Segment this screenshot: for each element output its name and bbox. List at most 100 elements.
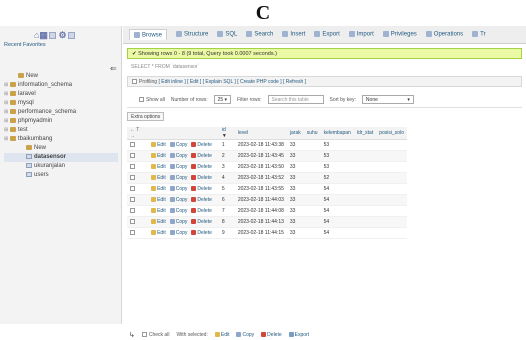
bulk-edit-button[interactable]: Edit	[214, 332, 229, 338]
column-header[interactable]: id ▼	[218, 127, 235, 140]
tab-import[interactable]: Import	[348, 31, 374, 38]
row-delete-button[interactable]: Delete	[191, 142, 212, 148]
tab-structure[interactable]: Structure	[176, 31, 208, 38]
row-edit-button[interactable]: Edit	[151, 208, 166, 214]
time-cell: 2023-02-18 11:44:03	[234, 194, 287, 206]
column-header[interactable]: posisi_solo	[376, 127, 407, 140]
tree-item[interactable]: ⊞ phpmyadmin	[4, 117, 118, 126]
tree-item[interactable]: ⊞ information_schema	[4, 81, 118, 90]
check-all-control[interactable]: Check all	[141, 332, 169, 338]
sort-label: Sort by key:	[329, 96, 356, 103]
row-copy-button[interactable]: Copy	[169, 175, 188, 181]
row-copy-button[interactable]: Copy	[169, 197, 187, 203]
row-edit-button[interactable]: Edit	[151, 186, 166, 192]
show-all-checkbox[interactable]	[139, 96, 144, 102]
filter-input[interactable]: Search this table	[267, 95, 324, 104]
bulk-export-button[interactable]: Export	[288, 332, 309, 338]
row-edit-button[interactable]: Edit	[151, 175, 166, 181]
row-edit-button[interactable]: Edit	[151, 142, 166, 148]
tab-icon	[217, 31, 224, 38]
row-delete-button[interactable]: Delete	[191, 197, 212, 203]
tab-export[interactable]: Export	[314, 31, 340, 38]
show-all-control[interactable]: Show all	[139, 97, 165, 103]
tree-item-label: laravel	[18, 91, 36, 97]
bulk-actions-bar: ↳ Check all With selected: Edit Copy Del…	[127, 330, 522, 340]
row-checkbox[interactable]	[130, 175, 135, 181]
column-header[interactable]: jarak	[286, 127, 304, 140]
column-header[interactable]: kelembapan	[320, 127, 354, 140]
profiling-checkbox[interactable]	[132, 79, 137, 85]
sql-query-text: SELECT * FROM `datasensor`	[131, 64, 200, 70]
row-checkbox[interactable]	[130, 208, 135, 214]
tab-operations[interactable]: Operations	[425, 31, 463, 38]
row-edit-button[interactable]: Edit	[151, 153, 166, 159]
tree-item[interactable]: users	[4, 171, 118, 180]
app-logo[interactable]: phpMyAdmin⌂▦ ⚙	[34, 30, 75, 41]
row-copy-button[interactable]: Copy	[169, 164, 187, 170]
row-edit-button[interactable]: Edit	[151, 164, 166, 170]
row-delete-button[interactable]: Delete	[191, 208, 212, 214]
tree-item[interactable]: ⊞ mysql	[4, 99, 118, 108]
tab-icon	[314, 31, 321, 38]
check-all-checkbox[interactable]	[141, 332, 147, 338]
results-table: ← T → id ▼ level jarak suhu kelembapan ldr_sta…	[127, 127, 407, 239]
row-delete-button[interactable]: Delete	[191, 219, 212, 225]
value-cell: 54	[320, 183, 354, 195]
column-header[interactable]: level	[234, 127, 287, 140]
sort-select[interactable]: None ▾	[361, 95, 414, 104]
row-checkbox[interactable]	[130, 186, 135, 192]
settings-icon[interactable]	[67, 32, 75, 40]
row-checkbox[interactable]	[130, 219, 135, 225]
column-nav-icon[interactable]: ← T →	[130, 127, 139, 139]
row-delete-button[interactable]: Delete	[191, 164, 212, 170]
tree-item[interactable]: ⊞ performance_schema	[4, 108, 118, 117]
row-copy-button[interactable]: Copy	[169, 219, 187, 225]
bulk-copy-button[interactable]: Copy	[236, 332, 254, 338]
rows-select[interactable]: 25 ▾	[213, 95, 232, 104]
row-delete-button[interactable]: Delete	[191, 153, 212, 159]
tab-sql[interactable]: SQL	[217, 31, 237, 38]
bulk-delete-button[interactable]: Delete	[261, 332, 282, 338]
tree-item[interactable]: ⊞ tbaikumbang	[4, 135, 118, 144]
row-copy-button[interactable]: Copy	[169, 230, 187, 236]
row-checkbox[interactable]	[130, 197, 135, 203]
query-links[interactable]: [ Edit inline ] [ Edit ] [ Explain SQL ]…	[158, 79, 306, 85]
tree-item[interactable]: New	[4, 72, 118, 81]
chevron-down-icon: ▾	[407, 97, 410, 103]
row-copy-button[interactable]: Copy	[169, 208, 187, 214]
row-copy-button[interactable]: Copy	[169, 142, 187, 148]
recent-favorites-tabs[interactable]: Recent Favorites	[4, 42, 46, 48]
tree-item-label: performance_schema	[18, 109, 77, 115]
column-header-label: kelembapan	[323, 130, 351, 136]
tree-item[interactable]: ukuranjalan	[4, 162, 118, 171]
row-edit-button[interactable]: Edit	[151, 230, 166, 236]
row-delete-button[interactable]: Delete	[191, 175, 212, 181]
tree-item[interactable]: datasensor	[4, 153, 118, 162]
tab-browse[interactable]: Browse	[129, 28, 168, 41]
tab-search[interactable]: Search	[246, 31, 273, 38]
row-checkbox[interactable]	[130, 142, 135, 148]
extra-options-button[interactable]: Extra options	[127, 112, 165, 121]
tree-item[interactable]: ⊞ test	[4, 126, 118, 135]
sort-descending-icon[interactable]: ▼	[222, 133, 227, 139]
row-copy-label: Copy	[175, 175, 188, 181]
tree-item[interactable]: ⊞ laravel	[4, 90, 118, 99]
home-icon[interactable]	[48, 32, 56, 40]
row-select-cell	[127, 150, 149, 162]
tab-tr[interactable]: Tr	[472, 31, 486, 38]
row-copy-button[interactable]: Copy	[169, 186, 187, 192]
row-delete-button[interactable]: Delete	[191, 230, 212, 236]
column-header[interactable]: suhu	[303, 127, 321, 140]
row-delete-button[interactable]: Delete	[191, 186, 212, 192]
tree-item[interactable]: New	[4, 144, 118, 153]
time-cell: 2023-02-18 11:43:55	[234, 183, 287, 195]
tab-privileges[interactable]: Privileges	[382, 31, 417, 38]
row-edit-button[interactable]: Edit	[151, 219, 166, 225]
row-checkbox[interactable]	[130, 164, 135, 170]
row-edit-button[interactable]: Edit	[151, 197, 166, 203]
row-copy-button[interactable]: Copy	[169, 153, 187, 159]
tab-insert[interactable]: Insert	[282, 31, 305, 38]
row-checkbox[interactable]	[130, 230, 135, 236]
column-header[interactable]: ldr_stat	[353, 127, 377, 140]
row-checkbox[interactable]	[130, 153, 135, 159]
